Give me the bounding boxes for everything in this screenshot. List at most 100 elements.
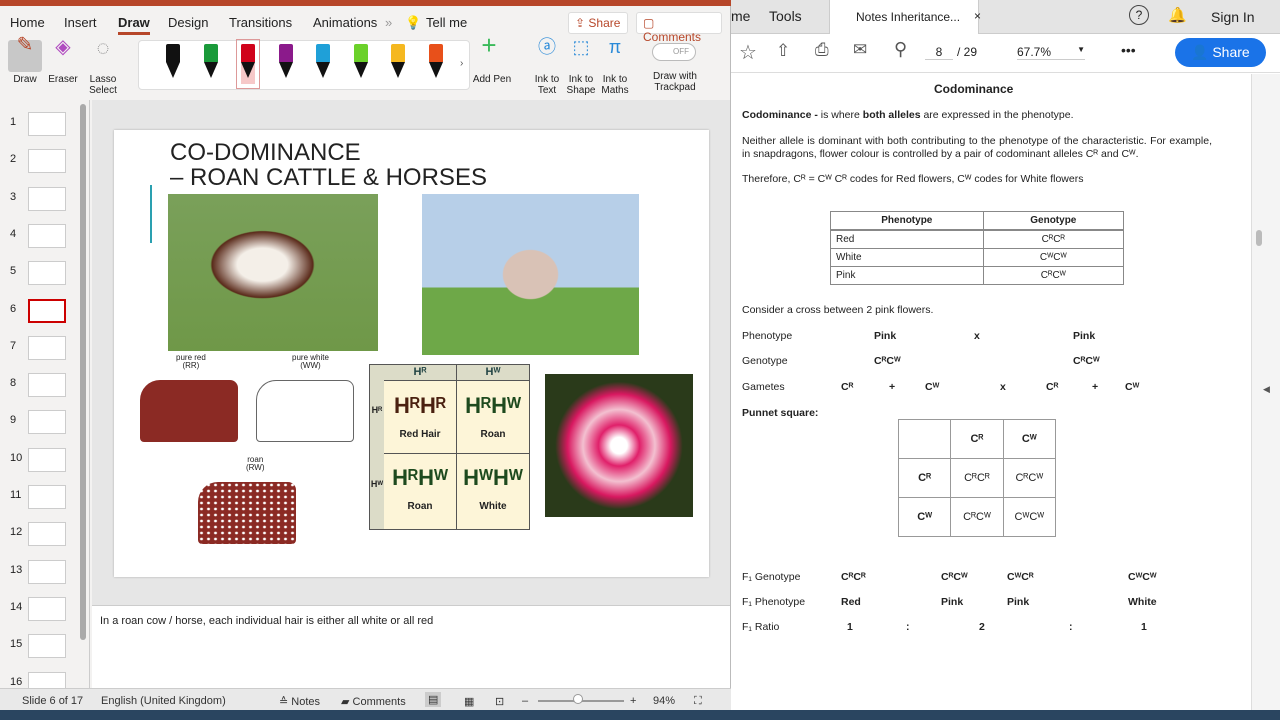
presenter-view-icon[interactable]: ⊡ xyxy=(495,695,504,708)
pen-4[interactable] xyxy=(278,44,293,84)
definition-paragraph: Codominance - is where both alleles are … xyxy=(742,109,1073,121)
table-row: White CᵂCᵂ xyxy=(830,248,1125,267)
slide-thumbnail[interactable]: 1 xyxy=(8,112,88,148)
slide-thumbnail[interactable]: 13 xyxy=(8,559,88,596)
pen-5[interactable] xyxy=(316,44,330,84)
pen-6[interactable] xyxy=(353,44,368,84)
ink-to-maths-icon[interactable]: π xyxy=(600,38,630,56)
help-icon[interactable]: ? xyxy=(1129,5,1149,25)
ink-to-text-icon[interactable]: ⓐ xyxy=(532,38,562,56)
ink-to-shape-label[interactable]: Ink to Shape xyxy=(564,74,598,96)
pdf-page: Codominance Codominance - is where both … xyxy=(735,74,1250,710)
slide-thumbnail[interactable]: 3 xyxy=(8,186,88,223)
slide-thumbnail[interactable]: 12 xyxy=(8,522,88,558)
email-icon[interactable]: ✉ xyxy=(853,40,867,60)
genotype-cell: CᴿCᴿ xyxy=(982,229,1125,249)
notification-bell-icon[interactable]: 🔔 xyxy=(1168,6,1187,24)
comments-button[interactable]: ▢ Comments xyxy=(636,12,722,44)
tell-me[interactable]: Tell me xyxy=(426,15,467,30)
bookmark-star-icon[interactable]: ☆ xyxy=(739,40,757,65)
pen-3[interactable] xyxy=(236,39,260,89)
pen-8[interactable] xyxy=(428,44,443,84)
notes-button[interactable]: ≙ Notes xyxy=(279,695,320,708)
tab-document[interactable]: Notes Inheritance... × xyxy=(829,0,981,35)
pdf-share-button[interactable]: 👤 Share xyxy=(1175,38,1266,67)
status-bar: Slide 6 of 17 English (United Kingdom) ≙… xyxy=(0,688,731,710)
add-pen-icon[interactable]: + xyxy=(474,32,504,58)
phenotype-cell: Red xyxy=(830,229,984,249)
notes-label: Notes xyxy=(291,696,321,708)
pdf-share-label: Share xyxy=(1212,44,1250,60)
tab-home-pdf[interactable]: me xyxy=(731,8,750,24)
more-options-icon[interactable]: ••• xyxy=(1121,42,1136,58)
ink-to-shape-icon[interactable]: ⬚ xyxy=(566,38,596,56)
collapse-panel-icon[interactable]: ◀ xyxy=(1263,384,1270,395)
lasso-icon[interactable]: ◌ xyxy=(88,37,118,59)
tab-draw[interactable]: Draw xyxy=(118,15,150,35)
zoom-in-button[interactable]: + xyxy=(630,695,636,707)
slide-thumbnail[interactable]: 14 xyxy=(8,596,88,633)
phenotype-item: Pink xyxy=(1073,330,1096,342)
pen-7[interactable] xyxy=(391,44,405,84)
language[interactable]: English (United Kingdom) xyxy=(101,695,226,707)
slide-thumbnail[interactable]: 6 xyxy=(8,298,88,335)
ink-to-maths-label[interactable]: Ink to Maths xyxy=(598,74,632,96)
slide-thumbnail[interactable]: 9 xyxy=(8,410,88,446)
draw-tool-button[interactable]: ✎ xyxy=(8,35,42,72)
tab-tools[interactable]: Tools xyxy=(769,8,802,24)
pen-cap xyxy=(316,44,330,62)
upload-cloud-icon[interactable]: ⇧ xyxy=(776,41,790,61)
thumbnail-scrollbar[interactable] xyxy=(80,104,86,640)
zoom-out-button[interactable]: – xyxy=(522,695,528,707)
trackpad-toggle[interactable]: OFF xyxy=(652,43,696,61)
share-button[interactable]: ⇪ Share xyxy=(568,12,628,34)
pen-2[interactable] xyxy=(203,44,218,84)
tab-animations[interactable]: Animations xyxy=(313,15,377,30)
slide-sorter-icon[interactable]: ▦ xyxy=(464,695,474,708)
slide-thumbnail[interactable]: 4 xyxy=(8,223,88,260)
tab-insert[interactable]: Insert xyxy=(64,15,97,30)
close-tab-icon[interactable]: × xyxy=(974,9,981,23)
speaker-notes[interactable]: In a roan cow / horse, each individual h… xyxy=(92,605,730,688)
page-number-input[interactable]: 8 xyxy=(925,45,953,60)
tab-design[interactable]: Design xyxy=(168,15,208,30)
scrollbar-thumb[interactable] xyxy=(1256,230,1262,246)
pure-white-label: pure white (WW) xyxy=(292,354,329,370)
print-icon[interactable]: ⎙ xyxy=(815,40,829,60)
slide-thumbnail[interactable]: 7 xyxy=(8,335,88,372)
search-icon[interactable]: ⚲ xyxy=(894,39,907,60)
eraser-icon[interactable]: ◈ xyxy=(46,37,80,57)
pen-icon: ✎ xyxy=(16,34,34,56)
punnet-cell: Cᴿ xyxy=(897,458,952,498)
normal-view-icon[interactable]: ▤ xyxy=(425,692,442,707)
slide-title[interactable]: CO-DOMINANCE – ROAN CATTLE & HORSES xyxy=(170,140,487,190)
pen-gallery-next-icon[interactable]: › xyxy=(460,58,463,69)
sign-in-link[interactable]: Sign In xyxy=(1211,9,1255,25)
zoom-slider-thumb[interactable] xyxy=(573,694,583,704)
slide-thumbnail[interactable]: 2 xyxy=(8,149,88,185)
add-user-icon: 👤 xyxy=(1191,44,1209,60)
pen-tip xyxy=(391,62,405,78)
red-bull-illustration xyxy=(140,380,238,442)
f1-genotype-item: CᴿCᵂ xyxy=(941,571,968,583)
slide-thumbnail[interactable]: 8 xyxy=(8,373,88,409)
slide-thumbnail[interactable]: 5 xyxy=(8,261,88,297)
slide-thumbnail[interactable]: 15 xyxy=(8,634,88,670)
comments-status-button[interactable]: ▰ Comments xyxy=(341,695,406,708)
more-tabs-icon[interactable]: » xyxy=(385,15,392,30)
fit-slide-icon[interactable]: ⛶ xyxy=(694,695,702,708)
zoom-select[interactable]: 67.7% ▼ xyxy=(1017,45,1085,60)
gametes-item: x xyxy=(1000,381,1006,393)
lasso-select-label[interactable]: Lasso Select xyxy=(86,74,120,96)
eraser-label[interactable]: Eraser xyxy=(45,74,81,85)
add-pen-label[interactable]: Add Pen xyxy=(470,74,514,85)
pdf-scrollbar[interactable]: ◀ xyxy=(1251,74,1280,710)
pen-1[interactable] xyxy=(166,44,180,84)
pure-white-genotype: (WW) xyxy=(300,361,321,370)
tab-home[interactable]: Home xyxy=(10,15,45,30)
tab-transitions[interactable]: Transitions xyxy=(229,15,292,30)
ink-to-text-label[interactable]: Ink to Text xyxy=(530,74,564,96)
slide-thumbnail[interactable]: 10 xyxy=(8,447,88,484)
slide-thumbnail[interactable]: 11 xyxy=(8,485,88,521)
zoom-level: 94% xyxy=(653,695,676,707)
